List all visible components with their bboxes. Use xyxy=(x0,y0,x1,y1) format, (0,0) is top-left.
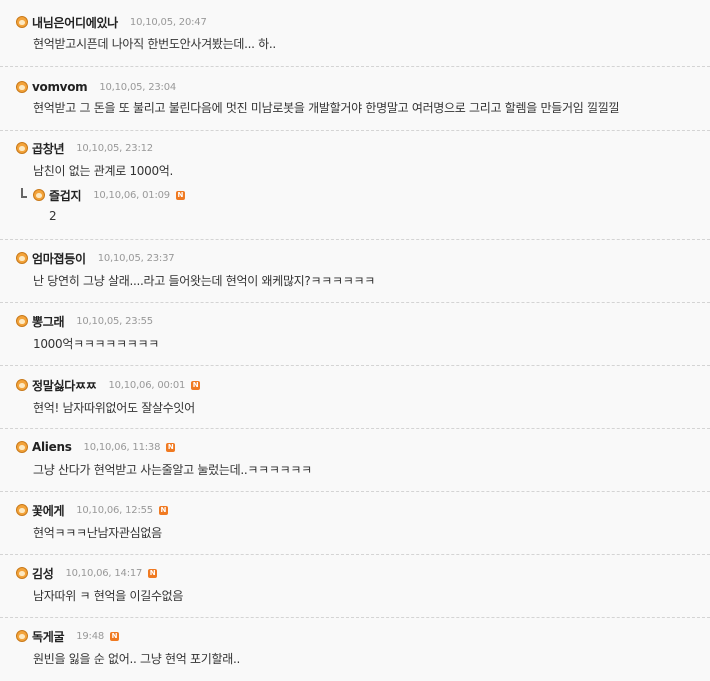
new-badge-icon: N xyxy=(175,190,185,200)
comment-list: 내님은어디에있나 10,10,05, 20:47 현억받고시픈데 나아직 한번도… xyxy=(0,0,710,681)
comment-date: 10,10,06, 12:55 xyxy=(76,504,153,516)
comment-date: 10,10,05, 23:04 xyxy=(99,81,177,93)
comment-text: 그냥 산다가 현억받고 사는줄알고 눌렀는데..ㅋㅋㅋㅋㅋㅋ xyxy=(33,463,312,477)
new-badge-icon: N xyxy=(110,631,120,641)
comment-author[interactable]: 내님은어디에있나 xyxy=(32,14,118,31)
user-avatar-icon xyxy=(16,315,28,327)
reply-text: 2 xyxy=(49,209,57,223)
comment-author[interactable]: 김성 xyxy=(32,565,54,582)
reply-header: 즐겁지 10,10,06, 01:09 N xyxy=(33,187,185,203)
comment-item: 정말싫다ㅉㅉ 10,10,06, 00:01 N 현억! 남자따위없어도 잘살수… xyxy=(0,366,710,429)
comment-author[interactable]: 뽕그래 xyxy=(32,313,65,330)
comment-author[interactable]: 정말싫다ㅉㅉ xyxy=(32,377,97,394)
user-avatar-icon xyxy=(16,630,28,642)
comment-text: 1000억ㅋㅋㅋㅋㅋㅋㅋㅋ xyxy=(33,337,159,351)
comment-date: 10,10,05, 23:12 xyxy=(76,142,153,154)
new-badge-icon: N xyxy=(191,380,201,390)
comment-text: 난 당연히 그냥 살래....라고 들어왓는데 현억이 왜케많지?ㅋㅋㅋㅋㅋㅋ xyxy=(33,274,375,288)
comment-item: 곱창년 10,10,05, 23:12 남친이 없는 관계로 1000억. 즐겁… xyxy=(0,131,710,240)
user-avatar-icon xyxy=(16,567,28,579)
user-avatar-icon xyxy=(16,142,28,154)
comment-item: 뽕그래 10,10,05, 23:55 1000억ㅋㅋㅋㅋㅋㅋㅋㅋ xyxy=(0,303,710,366)
user-avatar-icon xyxy=(16,252,28,264)
comment-text: 남친이 없는 관계로 1000억. xyxy=(33,164,174,178)
comment-author[interactable]: 꽃에게 xyxy=(32,502,65,519)
comment-date: 10,10,06, 00:01 xyxy=(108,379,186,391)
user-avatar-icon xyxy=(16,441,28,453)
user-avatar-icon xyxy=(16,504,28,516)
new-badge-icon: N xyxy=(148,568,158,578)
reply-indicator-icon xyxy=(21,188,27,198)
comment-author[interactable]: 엄마졉등이 xyxy=(32,250,86,267)
comment-date: 19:48 xyxy=(76,630,105,642)
comment-text: 현억ㅋㅋㅋ난남자관심없음 xyxy=(33,526,162,540)
user-avatar-icon xyxy=(16,81,28,93)
comment-author[interactable]: vomvom xyxy=(32,80,88,94)
comment-text: 현억받고시픈데 나아직 한번도안사겨봤는데... 하.. xyxy=(33,37,276,51)
comment-author[interactable]: 곱창년 xyxy=(32,140,65,157)
comment-item: 독게굴 19:48 N 원빈을 잃을 순 없어.. 그냥 현억 포기할래.. xyxy=(0,618,710,681)
user-avatar-icon xyxy=(16,379,28,391)
comment-text: 현억받고 그 돈을 또 불리고 불린다음에 멋진 미남로봇을 개발할거야 한명말… xyxy=(33,101,620,115)
comment-text: 현억! 남자따위없어도 잘살수잇어 xyxy=(33,401,195,415)
user-avatar-icon xyxy=(33,189,45,201)
reply-date: 10,10,06, 01:09 xyxy=(93,189,170,201)
comment-date: 10,10,06, 14:17 xyxy=(65,567,143,579)
comment-item: vomvom 10,10,05, 23:04 현억받고 그 돈을 또 불리고 불… xyxy=(0,67,710,131)
comment-date: 10,10,05, 23:37 xyxy=(97,252,175,264)
comment-text: 원빈을 잃을 순 없어.. 그냥 현억 포기할래.. xyxy=(33,652,240,666)
comment-text: 남자따위 ㅋ 현억을 이길수없음 xyxy=(33,589,184,603)
user-avatar-icon xyxy=(16,16,28,28)
comment-author[interactable]: Aliens xyxy=(32,440,72,454)
new-badge-icon: N xyxy=(166,442,176,452)
comment-date: 10,10,05, 20:47 xyxy=(129,16,207,28)
reply-author[interactable]: 즐겁지 xyxy=(49,187,82,204)
comment-item: 김성 10,10,06, 14:17 N 남자따위 ㅋ 현억을 이길수없음 xyxy=(0,555,710,618)
comment-item: 꽃에게 10,10,06, 12:55 N 현억ㅋㅋㅋ난남자관심없음 xyxy=(0,492,710,555)
new-badge-icon: N xyxy=(158,505,168,515)
comment-author[interactable]: 독게굴 xyxy=(32,628,65,645)
comment-item: 내님은어디에있나 10,10,05, 20:47 현억받고시픈데 나아직 한번도… xyxy=(0,0,710,67)
comment-date: 10,10,06, 11:38 xyxy=(83,441,161,453)
comment-date: 10,10,05, 23:55 xyxy=(76,315,153,327)
comment-item: 엄마졉등이 10,10,05, 23:37 난 당연히 그냥 살래....라고 … xyxy=(0,240,710,303)
comment-item: Aliens 10,10,06, 11:38 N 그냥 산다가 현억받고 사는줄… xyxy=(0,429,710,492)
